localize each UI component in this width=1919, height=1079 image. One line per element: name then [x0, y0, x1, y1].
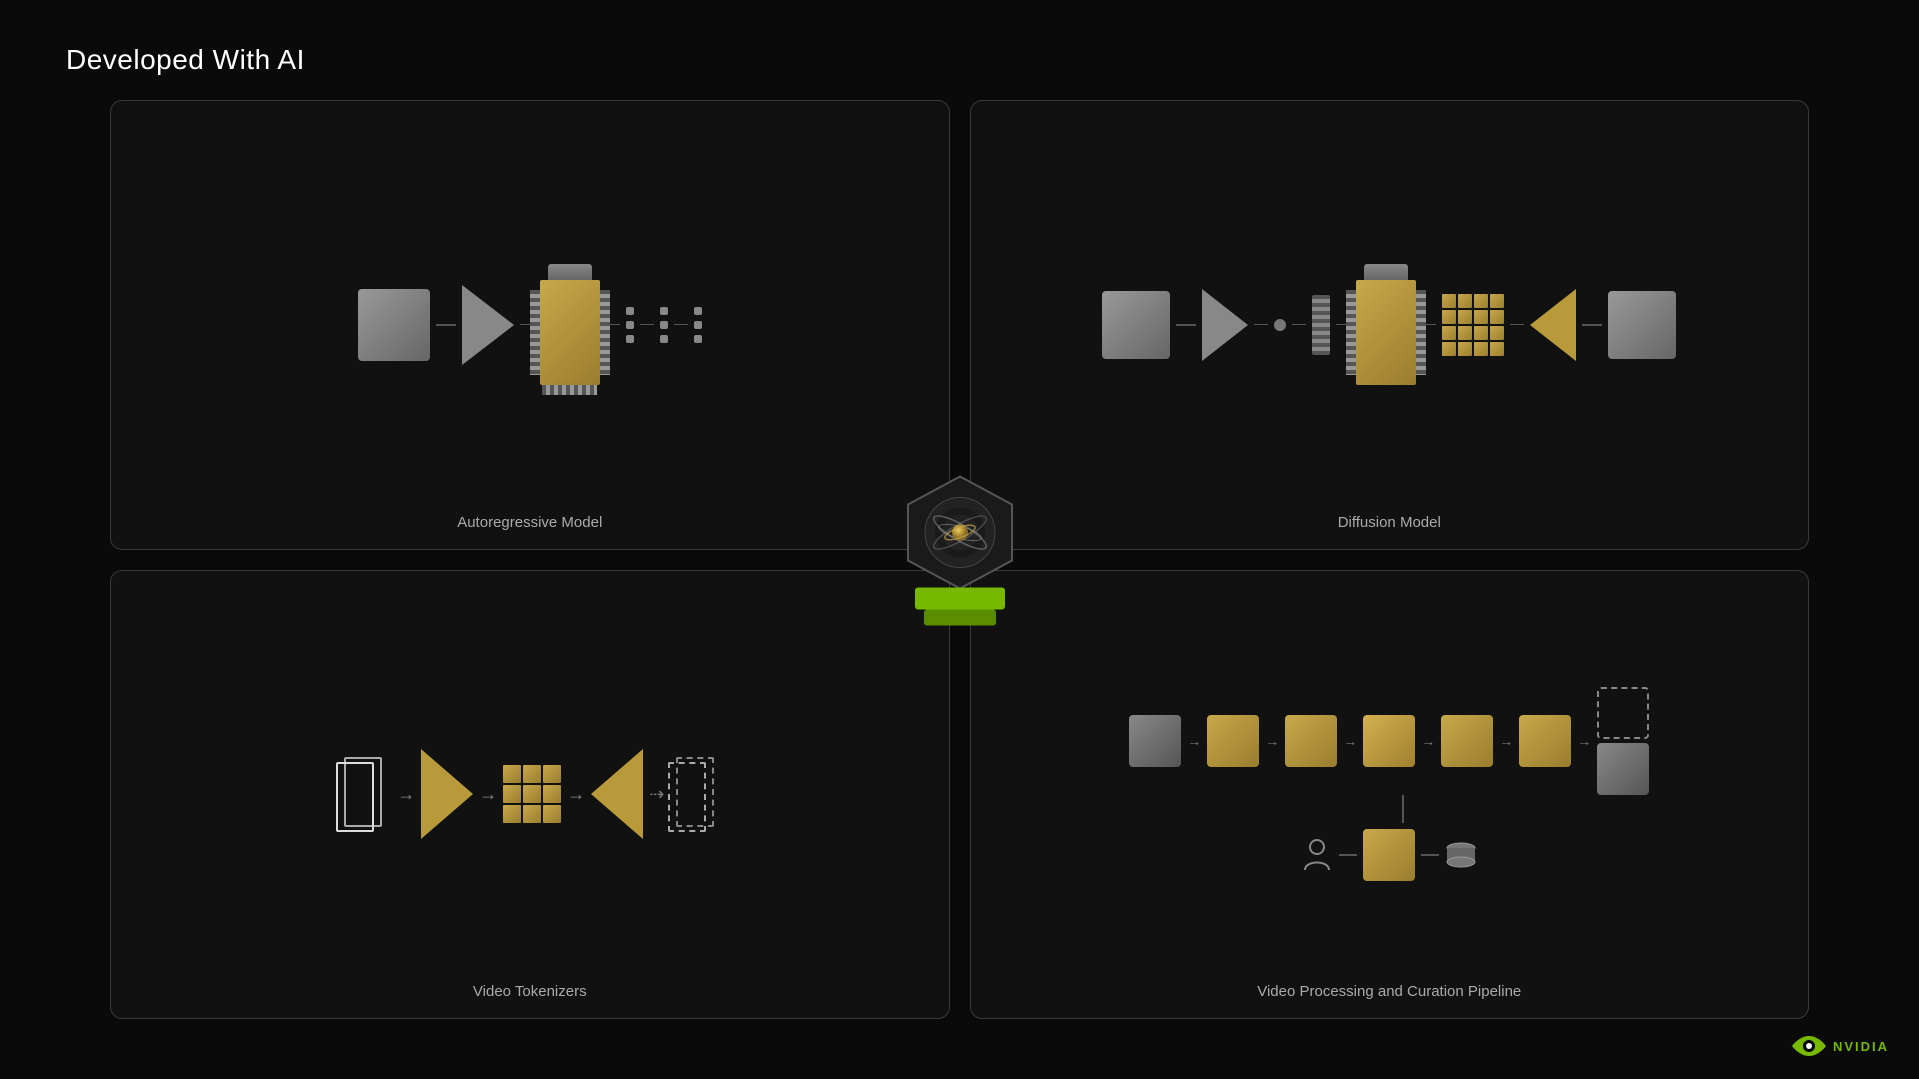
output-dots-3 — [694, 307, 702, 343]
vp-proc4 — [1441, 715, 1493, 767]
page-title: Developed With AI — [66, 44, 305, 76]
dot-7 — [694, 307, 702, 315]
decoder-trap-d — [1530, 289, 1576, 361]
quadrant-tokenizers: → → → — [110, 570, 950, 1020]
frame-dashed-front — [668, 762, 706, 832]
tokenizer-diagram: → → → — [111, 571, 949, 1019]
vp-gold-sub — [1363, 829, 1415, 881]
vp-arrow6: → — [1577, 733, 1591, 749]
vp-proc1 — [1207, 715, 1259, 767]
vp-proc2 — [1285, 715, 1337, 767]
vp-gray-end — [1597, 743, 1649, 795]
vp-connector-line — [1402, 795, 1404, 823]
vp-vert-conn — [1374, 795, 1404, 823]
noise-dot — [1274, 319, 1286, 331]
gold-decoder — [591, 749, 643, 839]
arrow-t2: → — [479, 784, 497, 805]
input-block — [358, 289, 430, 361]
quadrant-vp: → → → → → → — [970, 570, 1810, 1020]
token-grid — [1442, 294, 1504, 356]
person-icon — [1301, 839, 1333, 871]
vp-arrow3: → — [1343, 733, 1357, 749]
hex-container — [900, 472, 1020, 592]
vp-branch — [1597, 687, 1649, 795]
conn-d2 — [1254, 324, 1268, 325]
db-icon — [1445, 841, 1477, 869]
gpu-pins-right — [600, 290, 610, 375]
vp-line-h2 — [1421, 854, 1439, 856]
arrow-t3: → — [567, 784, 585, 805]
green-base-2 — [924, 609, 996, 625]
gold-encoder — [421, 749, 473, 839]
green-base-1 — [915, 587, 1005, 609]
center-logo — [900, 472, 1020, 607]
gpu-cap-d — [1364, 264, 1408, 280]
diffusion-pipeline — [1102, 264, 1676, 385]
encoder-trapezoid — [462, 285, 514, 365]
vp-bottom-row — [1301, 829, 1477, 881]
vp-arrow5: → — [1499, 733, 1513, 749]
connector-1 — [436, 324, 456, 326]
connector-4 — [640, 324, 654, 325]
tokenizer-label: Video Tokenizers — [473, 983, 587, 1000]
vp-line-h1 — [1339, 854, 1357, 856]
gpu-body-d — [1356, 280, 1416, 385]
hex-svg — [900, 472, 1020, 592]
dot-5 — [660, 321, 668, 329]
input-block-d — [1102, 291, 1170, 359]
gpu-pins-bottom — [542, 385, 597, 395]
diffusion-diagram — [971, 101, 1809, 549]
arrow-t1: → — [397, 784, 415, 805]
vp-proc3 — [1363, 715, 1415, 767]
dot-4 — [660, 307, 668, 315]
gpu-pins-right-d — [1416, 290, 1426, 375]
gpu-body — [540, 280, 600, 385]
vp-arrow4: → — [1421, 733, 1435, 749]
nvidia-logo: NVIDIA — [1791, 1033, 1889, 1059]
output-dots — [626, 307, 634, 343]
dot-8 — [694, 321, 702, 329]
quadrant-diffusion: Diffusion Model — [970, 100, 1810, 550]
gpu-pins-left — [530, 290, 540, 375]
conn-d1 — [1176, 324, 1196, 326]
autoregressive-label: Autoregressive Model — [457, 514, 602, 531]
frame-front — [336, 762, 374, 832]
dot-2 — [626, 321, 634, 329]
arrow-t4: ⇢ — [649, 784, 662, 805]
output-dots-2 — [660, 307, 668, 343]
vp-arrow1: → — [1187, 733, 1201, 749]
gpu-pins-left-d — [1346, 290, 1356, 375]
vp-top-row: → → → → → → — [1129, 687, 1649, 795]
input-frames — [336, 757, 391, 832]
dot-3 — [626, 335, 634, 343]
nvidia-eye-icon — [1791, 1033, 1827, 1059]
token-grid-t — [503, 765, 561, 823]
gpu-cap — [548, 264, 592, 280]
output-block-d — [1608, 291, 1676, 359]
vp-dashed-top — [1597, 687, 1649, 739]
conn-d7 — [1582, 324, 1602, 326]
diffusion-label: Diffusion Model — [1338, 514, 1441, 531]
autoregressive-diagram — [111, 101, 949, 549]
dot-6 — [660, 335, 668, 343]
vp-diagram: → → → → → → — [971, 571, 1809, 1019]
diffusion-transformer — [1356, 264, 1416, 385]
encoder-trap-d — [1202, 289, 1248, 361]
vp-label: Video Processing and Curation Pipeline — [1257, 983, 1521, 1000]
output-frames — [668, 757, 723, 832]
transformer-block — [540, 264, 600, 385]
dot-1 — [626, 307, 634, 315]
vp-input — [1129, 715, 1181, 767]
autoregressive-pipeline — [358, 264, 702, 385]
dot-9 — [694, 335, 702, 343]
tokenizer-pipeline: → → → — [336, 749, 723, 839]
nvidia-text: NVIDIA — [1833, 1039, 1889, 1054]
conn-d6 — [1510, 324, 1524, 325]
noise-block — [1312, 295, 1330, 355]
connector-5 — [674, 324, 688, 325]
vp-proc5 — [1519, 715, 1571, 767]
vp-arrow2: → — [1265, 733, 1279, 749]
quadrant-autoregressive: Autoregressive Model — [110, 100, 950, 550]
conn-d3 — [1292, 324, 1306, 325]
